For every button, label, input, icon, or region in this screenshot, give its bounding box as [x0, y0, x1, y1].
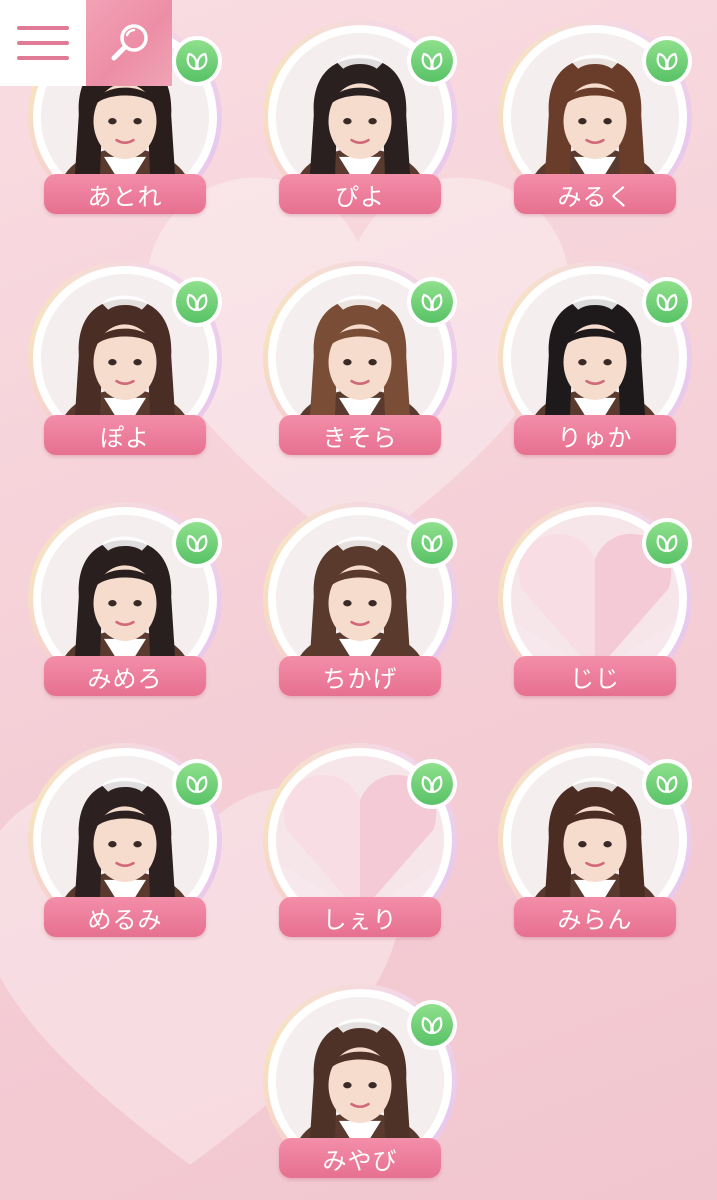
leaf-icon — [421, 1016, 443, 1035]
member-card-3[interactable]: ぽよ — [20, 261, 230, 461]
member-card-10[interactable]: しぇり — [255, 743, 465, 943]
member-card-4[interactable]: きそら — [255, 261, 465, 461]
leaf-icon — [421, 293, 443, 312]
leaf-badge[interactable] — [407, 1000, 457, 1050]
member-card-8[interactable]: じじ — [490, 502, 700, 702]
leaf-badge[interactable] — [407, 518, 457, 568]
leaf-badge[interactable] — [407, 36, 457, 86]
member-card-7[interactable]: ちかげ — [255, 502, 465, 702]
member-name[interactable]: ぴよ — [279, 174, 441, 214]
menu-button[interactable] — [0, 0, 86, 86]
member-name[interactable]: あとれ — [44, 174, 206, 214]
member-card-6[interactable]: みめろ — [20, 502, 230, 702]
member-name[interactable]: みらん — [514, 897, 676, 937]
leaf-icon — [186, 534, 208, 553]
top-toolbar — [0, 0, 172, 86]
leaf-icon — [186, 775, 208, 794]
member-name[interactable]: みやび — [279, 1138, 441, 1178]
hamburger-menu-icon — [17, 56, 69, 60]
leaf-icon — [656, 293, 678, 312]
leaf-badge[interactable] — [642, 277, 692, 327]
leaf-icon — [421, 534, 443, 553]
member-name[interactable]: じじ — [514, 656, 676, 696]
member-card-2[interactable]: みるく — [490, 20, 700, 220]
search-button[interactable] — [86, 0, 172, 86]
member-card-1[interactable]: ぴよ — [255, 20, 465, 220]
leaf-badge[interactable] — [407, 759, 457, 809]
leaf-icon — [421, 775, 443, 794]
hamburger-menu-icon — [17, 26, 69, 30]
leaf-badge[interactable] — [642, 36, 692, 86]
leaf-badge[interactable] — [407, 277, 457, 327]
leaf-badge[interactable] — [642, 518, 692, 568]
member-name[interactable]: きそら — [279, 415, 441, 455]
member-card-5[interactable]: りゅか — [490, 261, 700, 461]
leaf-badge[interactable] — [642, 759, 692, 809]
leaf-icon — [656, 534, 678, 553]
member-name[interactable]: みめろ — [44, 656, 206, 696]
member-name[interactable]: めるみ — [44, 897, 206, 937]
member-grid: あとれ ぴよ みるく ぽよ きそら りゅか みめろ ちかげ じじ めるみ しぇり… — [0, 0, 717, 1200]
leaf-icon — [421, 52, 443, 71]
member-name[interactable]: ぽよ — [44, 415, 206, 455]
leaf-icon — [186, 52, 208, 71]
member-card-12[interactable]: みやび — [255, 984, 465, 1184]
leaf-badge[interactable] — [172, 518, 222, 568]
leaf-icon — [186, 293, 208, 312]
hamburger-menu-icon — [17, 41, 69, 45]
leaf-icon — [656, 52, 678, 71]
member-name[interactable]: りゅか — [514, 415, 676, 455]
member-card-11[interactable]: みらん — [490, 743, 700, 943]
member-card-9[interactable]: めるみ — [20, 743, 230, 943]
member-name[interactable]: しぇり — [279, 897, 441, 937]
magnifier-icon — [111, 24, 148, 61]
member-name[interactable]: ちかげ — [279, 656, 441, 696]
leaf-icon — [656, 775, 678, 794]
leaf-badge[interactable] — [172, 277, 222, 327]
leaf-badge[interactable] — [172, 759, 222, 809]
member-name[interactable]: みるく — [514, 174, 676, 214]
leaf-badge[interactable] — [172, 36, 222, 86]
